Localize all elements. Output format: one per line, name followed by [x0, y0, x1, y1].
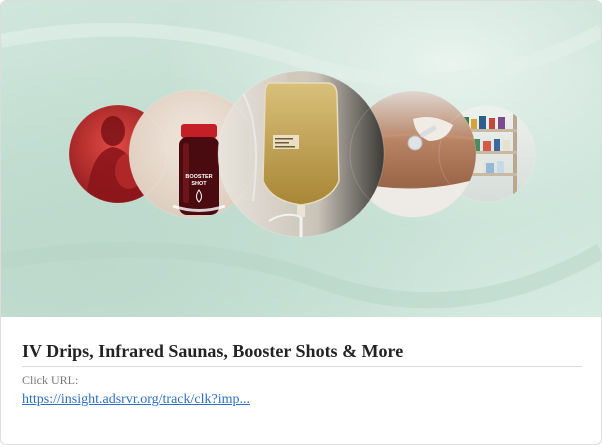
bottle-label-line2: SHOT	[191, 181, 207, 187]
click-url-label: Click URL:	[22, 373, 79, 387]
hero-image[interactable]: BOOSTER SHOT	[1, 1, 601, 317]
ad-title[interactable]: IV Drips, Infrared Saunas, Booster Shots…	[22, 341, 582, 367]
hero-collage: BOOSTER SHOT	[1, 22, 601, 309]
bottle-label-line1: BOOSTER	[185, 174, 212, 180]
iv-drip-photo	[218, 71, 384, 237]
click-url-link[interactable]: https://insight.adsrvr.org/track/clk?imp…	[22, 392, 250, 408]
ad-card[interactable]: BOOSTER SHOT IV Drips, Infrared Saunas, …	[0, 0, 602, 445]
bottle-cap	[181, 124, 217, 138]
